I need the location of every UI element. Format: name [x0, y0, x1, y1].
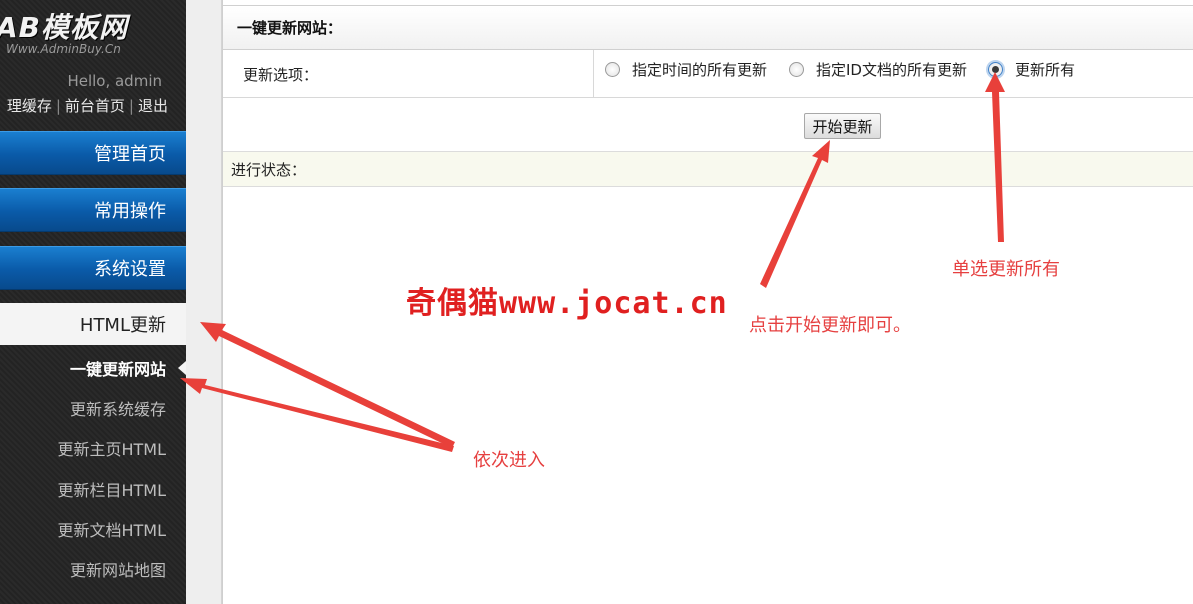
sub-item-update-home-html[interactable]: 更新主页HTML: [0, 428, 186, 468]
link-separator: |: [55, 97, 61, 115]
sub-item-update-doc-html[interactable]: 更新文档HTML: [0, 509, 186, 549]
status-row: 进行状态：: [223, 151, 1193, 187]
options-row: 更新选项： 指定时间的所有更新 指定ID文档的所有更新 更新所有: [223, 50, 1193, 98]
link-update-cache[interactable]: 理缓存: [7, 97, 52, 115]
options-label: 更新选项：: [223, 50, 594, 98]
greeting: Hello, admin: [67, 72, 162, 90]
radio-button[interactable]: [789, 61, 804, 77]
annotation-enter-sequence: 依次进入: [473, 450, 545, 471]
menu-admin-home[interactable]: 管理首页: [0, 131, 186, 175]
radio-label: 更新所有: [1015, 60, 1076, 79]
top-links: 理缓存 | 前台首页 | 退出: [7, 95, 168, 116]
watermark-text: 奇偶猫www.jocat.cn: [406, 286, 728, 321]
logo-main: AB模板网: [0, 11, 129, 44]
annotation-click-start: 点击开始更新即可。: [749, 315, 911, 336]
radio-option-id[interactable]: 指定ID文档的所有更新: [789, 59, 967, 79]
sub-item-update-cache[interactable]: 更新系统缓存: [0, 388, 186, 428]
active-indicator-icon: [178, 361, 186, 375]
radio-option-all[interactable]: 更新所有: [988, 59, 1075, 79]
radio-option-time[interactable]: 指定时间的所有更新: [605, 59, 767, 79]
sub-item-one-click-update[interactable]: 一键更新网站: [0, 348, 186, 388]
menu-html-update[interactable]: HTML更新: [0, 303, 186, 345]
sub-item-update-sitemap[interactable]: 更新网站地图: [0, 549, 186, 589]
sub-item-update-column-html[interactable]: 更新栏目HTML: [0, 469, 186, 509]
gutter: [186, 0, 222, 604]
radio-label: 指定ID文档的所有更新: [816, 60, 967, 79]
menu-system-settings[interactable]: 系统设置: [0, 246, 186, 290]
logo: AB模板网 Www.AdminBuy.Cn: [0, 4, 186, 62]
radio-label: 指定时间的所有更新: [632, 60, 768, 79]
sidebar: AB模板网 Www.AdminBuy.Cn Hello, admin 理缓存 | 前…: [0, 0, 186, 604]
link-logout[interactable]: 退出: [138, 97, 168, 115]
menu-common-ops[interactable]: 常用操作: [0, 188, 186, 232]
panel-title: 一键更新网站：: [223, 5, 1193, 50]
radio-button[interactable]: [605, 61, 620, 77]
link-separator: |: [128, 97, 134, 115]
link-frontend-home[interactable]: 前台首页: [65, 97, 125, 115]
annotation-single-select: 单选更新所有: [952, 259, 1060, 280]
radio-button-checked[interactable]: [988, 61, 1003, 77]
logo-sub: Www.AdminBuy.Cn: [6, 42, 121, 56]
start-update-button[interactable]: 开始更新: [804, 113, 881, 139]
